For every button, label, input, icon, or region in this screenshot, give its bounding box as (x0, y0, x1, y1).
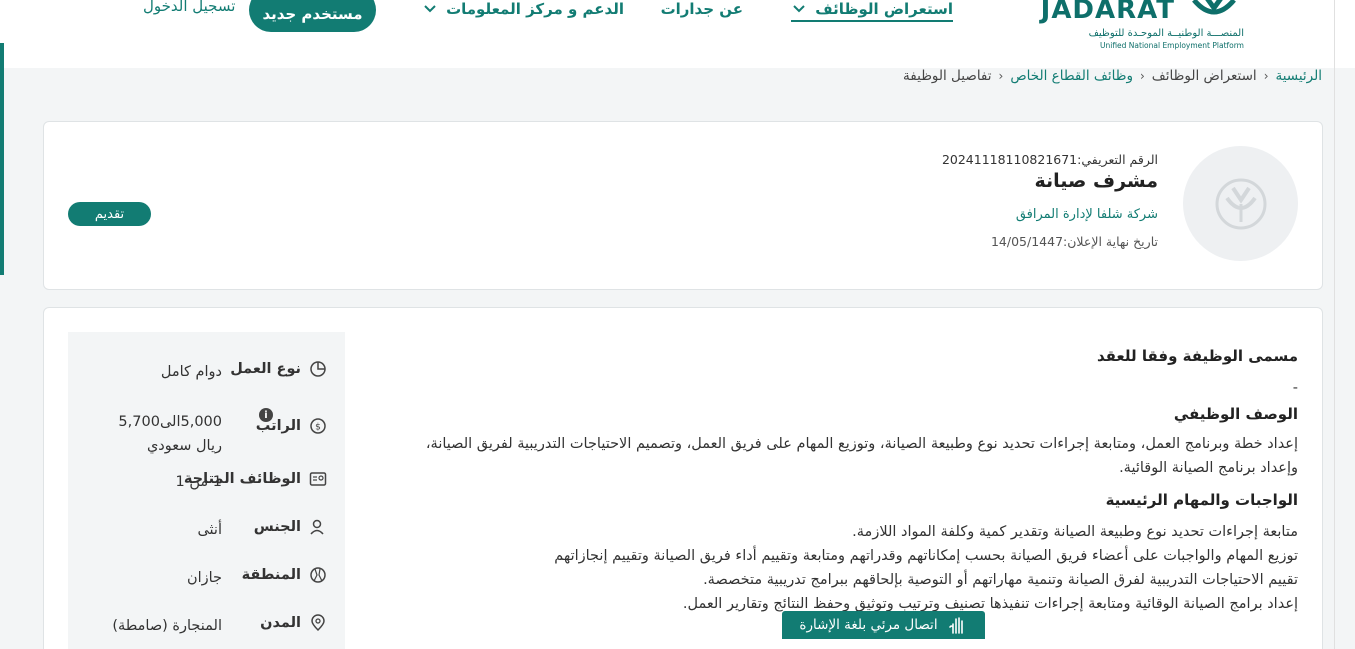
attr-salary: $ الراتب i 5,000الى5,700 ريال سعودي (68, 408, 345, 454)
nav-browse-jobs[interactable]: استعراض الوظائف (791, 0, 953, 22)
city-label: المدن (260, 615, 301, 631)
description-heading: الوصف الوظيفي (1173, 405, 1298, 423)
salary-value: 5,000الى5,700 ريال سعودي (118, 414, 222, 454)
duties-heading: الواجبات والمهام الرئيسية (1105, 491, 1298, 509)
attr-city: المدن المنجارة (صامطة) (68, 614, 345, 649)
logo-arabic-tagline: المنصـــة الوطنيــة الموحـدة للتوظيف (1088, 28, 1244, 39)
chevron-left-icon: ‹ (1139, 69, 1145, 83)
chevron-down-icon (424, 5, 436, 13)
contract-title-heading: مسمى الوظيفة وفقا للعقد (1096, 347, 1298, 365)
attr-region: المنطقة جازان (68, 566, 345, 606)
region-label: المنطقة (241, 567, 301, 583)
map-icon (310, 567, 326, 583)
breadcrumb-current: تفاصيل الوظيفة (903, 68, 992, 84)
new-user-button[interactable]: مستخدم جديد (249, 0, 376, 32)
description-text: إعداد خطة وبرنامج العمل، ومتابعة إجراءات… (425, 436, 1298, 476)
info-icon[interactable]: i (259, 408, 273, 422)
gender-value: أنثى (197, 522, 222, 538)
id-card-icon (309, 472, 327, 486)
chevron-left-icon: ‹ (1263, 69, 1269, 83)
logo-wordmark: JADARAT (1040, 0, 1175, 25)
nav-support-label: الدعم و مركز المعلومات (446, 0, 624, 18)
job-description-content: مسمى الوظيفة وفقا للعقد - الوصف الوظيفي … (418, 344, 1298, 616)
attr-gender: الجنس أنثى (68, 518, 345, 558)
gender-label: الجنس (253, 519, 301, 535)
region-value: جازان (186, 570, 222, 586)
company-logo-placeholder (1183, 146, 1298, 261)
job-summary-card: الرقم التعريفي:20241118110821671 مشرف صي… (43, 121, 1323, 290)
work-type-label: نوع العمل (230, 361, 301, 377)
nav-browse-jobs-label: استعراض الوظائف (815, 0, 953, 18)
login-link[interactable]: تسجيل الدخول (143, 0, 235, 15)
work-type-value: دوام كامل (160, 364, 222, 380)
job-details-card: نوع العمل دوام كامل $ الراتب i 5,000الى5… (43, 307, 1323, 649)
attr-work-type: نوع العمل دوام كامل (68, 360, 345, 400)
company-placeholder-icon (1215, 178, 1266, 229)
sign-language-label: اتصال مرئي بلغة الإشارة (799, 617, 938, 633)
deadline-label: تاريخ نهاية الإعلان: (1063, 234, 1158, 249)
nav-support[interactable]: الدعم و مركز المعلومات (422, 0, 624, 18)
deadline-value: 14/05/1447 (990, 234, 1064, 249)
duties-list: متابعة إجراءات تحديد نوع وطبيعة الصيانة … (418, 520, 1298, 616)
breadcrumb-home[interactable]: الرئيسية (1276, 68, 1323, 84)
duty-item: متابعة إجراءات تحديد نوع وطبيعة الصيانة … (852, 524, 1298, 540)
apply-button[interactable]: تقديم (68, 202, 151, 226)
breadcrumb-private-jobs[interactable]: وظائف القطاع الخاص (1010, 68, 1133, 84)
clock-icon (310, 361, 326, 377)
company-name-link[interactable]: شركة شلفا لإدارة المرافق (1016, 207, 1158, 222)
attr-vacancies: الوظائف المتاحة 1 من 1 (68, 470, 345, 510)
logo-english-tagline: Unified National Employment Platform (1100, 41, 1244, 50)
ref-value: 20241118110821671 (941, 152, 1078, 167)
ref-label: الرقم التعريفي: (1077, 152, 1158, 167)
top-header: JADARAT المنصـــة الوطنيــة الموحـدة للت… (0, 0, 1355, 68)
svg-text:$: $ (315, 423, 321, 433)
breadcrumb-browse[interactable]: استعراض الوظائف (1152, 68, 1257, 84)
sign-language-call-button[interactable]: اتصال مرئي بلغة الإشارة (782, 611, 985, 639)
job-title: مشرف صيانة (1034, 170, 1158, 192)
vacancies-value: 1 من 1 (175, 474, 223, 490)
nav-about[interactable]: عن جدارات (661, 0, 743, 18)
location-pin-icon (311, 614, 325, 632)
job-attributes-panel: نوع العمل دوام كامل $ الراتب i 5,000الى5… (68, 332, 345, 649)
money-icon: $ (310, 418, 326, 434)
duty-item: تقييم الاحتياجات التدريبية لفرق الصيانة … (703, 572, 1298, 588)
side-accent-bar (0, 43, 4, 275)
duty-item: توزيع المهام والواجبات على أعضاء فريق ال… (554, 548, 1298, 564)
page-divider (1334, 0, 1335, 649)
jadarat-logo[interactable]: JADARAT المنصـــة الوطنيــة الموحـدة للت… (1041, 0, 1250, 55)
chevron-down-icon (793, 5, 805, 13)
jadarat-emblem-icon (1192, 0, 1236, 15)
person-icon (310, 519, 324, 535)
breadcrumb: الرئيسية ‹ استعراض الوظائف ‹ وظائف القطا… (903, 68, 1322, 84)
sign-language-hand-icon (948, 617, 963, 634)
nav-about-label: عن جدارات (660, 0, 743, 18)
job-reference-number: الرقم التعريفي:20241118110821671 (942, 152, 1158, 167)
announcement-deadline: تاريخ نهاية الإعلان:14/05/1447 (991, 234, 1158, 249)
chevron-left-icon: ‹ (998, 69, 1004, 83)
city-value: المنجارة (صامطة) (112, 618, 222, 634)
contract-title-value: - (1292, 380, 1298, 396)
